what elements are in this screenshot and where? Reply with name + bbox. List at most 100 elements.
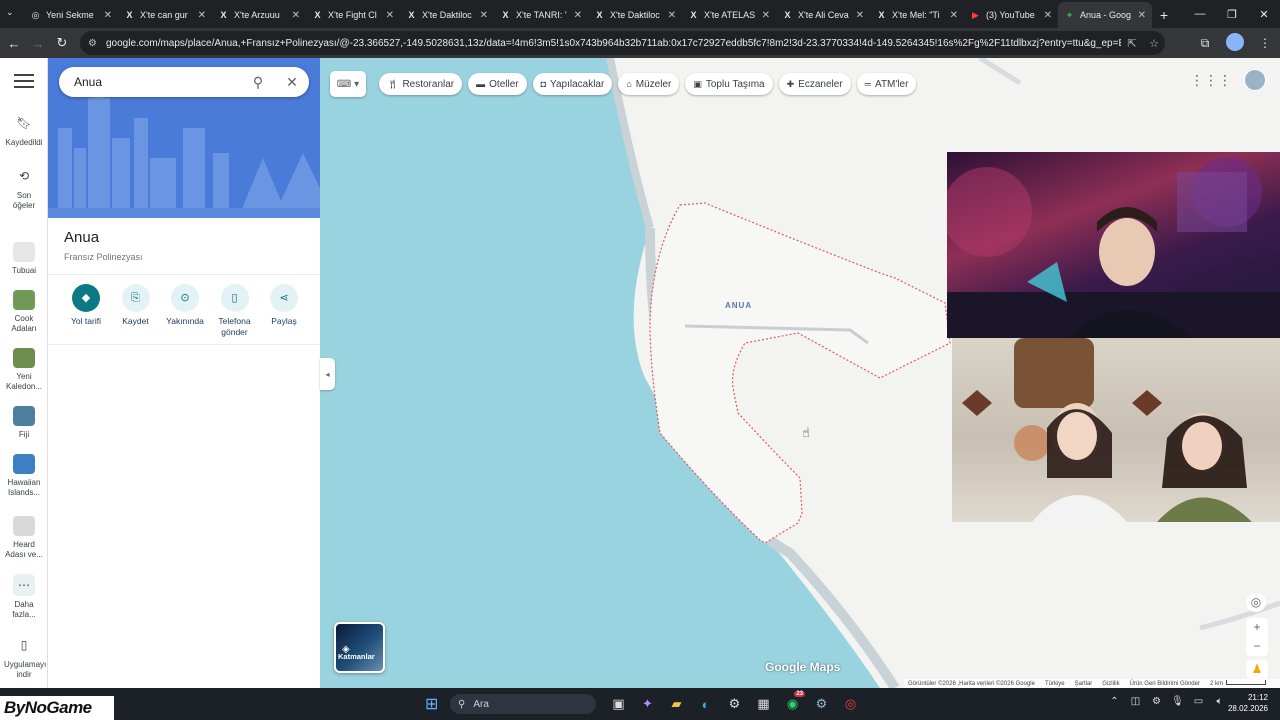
tab-close-icon[interactable]: ✕ xyxy=(480,10,488,21)
restore-icon[interactable]: ❐ xyxy=(1216,0,1248,28)
taskbar-search[interactable]: ⚲ Ara xyxy=(450,694,596,714)
category-chip[interactable]: ⌂ Müzeler xyxy=(618,73,680,95)
rail-recent-place[interactable]: Heard Adası ve... xyxy=(0,516,48,560)
browser-tab[interactable]: ◎ Yeni Sekme ✕ xyxy=(24,2,118,28)
copilot-icon[interactable]: ✦ xyxy=(633,694,662,714)
menu-icon[interactable] xyxy=(14,74,34,90)
browser-tab[interactable]: X X'te Ali Ceva ✕ xyxy=(776,2,870,28)
new-tab-button[interactable]: + xyxy=(1152,2,1176,28)
category-chip[interactable]: 🍴︎ Restoranlar xyxy=(379,73,463,95)
whatsapp-icon[interactable]: ◉ 23 xyxy=(778,691,807,714)
tab-close-icon[interactable]: ✕ xyxy=(1138,10,1146,21)
bookmark-star-icon[interactable]: ☆ xyxy=(1143,37,1165,50)
input-tools-icon[interactable]: ⌨ ▾ xyxy=(330,71,366,97)
install-icon[interactable]: ⇱ xyxy=(1121,37,1143,50)
phone-action-button[interactable]: ▯ Telefona gönder xyxy=(211,284,259,338)
rail-get-app[interactable]: ▯ Uygulamayı indir xyxy=(0,634,48,680)
category-chip[interactable]: ◘ Yapılacaklar xyxy=(532,73,613,95)
tab-close-icon[interactable]: ✕ xyxy=(574,10,582,21)
task-view-icon[interactable]: ▣ xyxy=(604,694,633,714)
browser-tab[interactable]: X X'te Mel: "Ti ✕ xyxy=(870,2,964,28)
browser-tab[interactable]: ▶ (3) YouTube ✕ xyxy=(964,2,1058,28)
rail-recent-place[interactable]: Hawaiian Islands... xyxy=(0,454,48,498)
forward-icon[interactable]: → xyxy=(26,31,50,55)
zoom-out-button[interactable]: − xyxy=(1246,637,1268,656)
site-info-icon[interactable]: ⚙ xyxy=(88,38,100,49)
rail-saved[interactable]: 🔖︎ Kaydedildi xyxy=(0,112,48,148)
tray-overflow-icon[interactable]: ⌃ xyxy=(1104,696,1125,707)
layers-button[interactable]: ◈ Katmanlar xyxy=(334,622,385,673)
collapse-panel-button[interactable]: ◂ xyxy=(320,358,335,390)
back-icon[interactable]: ← xyxy=(2,31,26,55)
account-avatar[interactable] xyxy=(1244,69,1266,91)
settings-app-icon[interactable]: ⚙ xyxy=(720,694,749,714)
steam-icon[interactable]: ⚙︎ xyxy=(807,694,836,714)
browser-tab[interactable]: X X'te Fight Cl ✕ xyxy=(306,2,400,28)
street-view-pegman-icon[interactable]: ♟ xyxy=(1246,660,1268,679)
windows-start-icon[interactable]: ⊞ xyxy=(425,694,438,714)
microphone-icon[interactable]: 🎙︎ xyxy=(1167,696,1188,707)
extensions-icon[interactable]: ⧉ xyxy=(1190,36,1220,51)
x-icon: X xyxy=(126,10,133,20)
apps-grid-icon[interactable]: ⋮⋮⋮ xyxy=(1190,72,1232,89)
tab-close-icon[interactable]: ✕ xyxy=(668,10,676,21)
tray-settings-icon[interactable]: ⚙ xyxy=(1146,696,1167,707)
taskbar-clock[interactable]: 21:12 28.02.2026 xyxy=(1228,692,1268,714)
tab-close-icon[interactable]: ✕ xyxy=(856,10,864,21)
close-window-icon[interactable]: ✕ xyxy=(1248,0,1280,28)
address-bar[interactable]: ⚙ google.com/maps/place/Anua,+Fransız+Po… xyxy=(80,31,1165,55)
search-box[interactable]: Anua ⚲ ✕ xyxy=(59,67,309,97)
feedback-link[interactable]: Ürün Geri Bildirimi Gönder xyxy=(1130,681,1200,687)
privacy-link[interactable]: Gizlilik xyxy=(1102,681,1119,687)
zoom-in-button[interactable]: + xyxy=(1246,618,1268,637)
directions-action-button[interactable]: ◆ Yol tarifi xyxy=(62,284,110,338)
file-explorer-icon[interactable]: ▰ xyxy=(662,694,691,714)
tab-close-icon[interactable]: ✕ xyxy=(386,10,394,21)
profile-avatar[interactable] xyxy=(1220,32,1250,54)
browser-tab[interactable]: X X'te TANRI: ' ✕ xyxy=(494,2,588,28)
browser-tab[interactable]: X X'te Daktiloc ✕ xyxy=(588,2,682,28)
rail-recent-place[interactable]: Yeni Kaledon... xyxy=(0,348,48,392)
my-location-icon[interactable]: ◎ xyxy=(1246,593,1266,612)
display-icon[interactable]: ▭ xyxy=(1188,696,1209,707)
tab-close-icon[interactable]: ✕ xyxy=(292,10,300,21)
rail-recent-place[interactable]: Tubuai xyxy=(0,242,48,276)
browser-tab[interactable]: ⌖ Anua - Goog ✕ xyxy=(1058,2,1152,28)
region-link[interactable]: Türkiye xyxy=(1045,681,1065,687)
tab-close-icon[interactable]: ✕ xyxy=(104,10,112,21)
store-icon[interactable]: ▦ xyxy=(749,694,778,714)
chrome-taskbar-icon[interactable]: ◎ xyxy=(836,694,865,714)
share-action-button[interactable]: ⋖ Paylaş xyxy=(260,284,308,338)
rail-more[interactable]: ⋯ Daha fazla... xyxy=(0,574,48,620)
category-chip[interactable]: ▣ Toplu Taşıma xyxy=(685,73,773,95)
rail-recent-place[interactable]: Cook Adaları xyxy=(0,290,48,334)
browser-tab[interactable]: X X'te can gur ✕ xyxy=(118,2,212,28)
browser-menu-icon[interactable]: ⋮ xyxy=(1250,36,1280,50)
edge-icon[interactable]: ◐ xyxy=(691,694,720,714)
nearby-action-button[interactable]: ⊙ Yakınında xyxy=(161,284,209,338)
category-chip[interactable]: ▬ Oteller xyxy=(468,73,527,95)
category-chip[interactable]: ✚ Eczaneler xyxy=(778,73,851,95)
reload-icon[interactable]: ↻ xyxy=(50,31,74,55)
tab-close-icon[interactable]: ✕ xyxy=(762,10,770,21)
browser-tab[interactable]: X X'te Daktiloc ✕ xyxy=(400,2,494,28)
rail-recent[interactable]: ⟲ Son öğeler xyxy=(0,165,48,211)
tab-close-icon[interactable]: ✕ xyxy=(950,10,958,21)
tab-search-icon[interactable]: ⌄ xyxy=(6,7,14,18)
terms-link[interactable]: Şartlar xyxy=(1075,681,1093,687)
browser-tab[interactable]: X X'te Arzuuu ✕ xyxy=(212,2,306,28)
close-search-icon[interactable]: ✕ xyxy=(275,74,309,91)
bookmark-action-button[interactable]: ⎘ Kaydet xyxy=(112,284,160,338)
search-icon[interactable]: ⚲ xyxy=(241,74,275,91)
browser-tab[interactable]: X X'te ATELAS ✕ xyxy=(682,2,776,28)
volume-icon[interactable]: 🔈︎ xyxy=(1209,696,1230,707)
tray-app-icon[interactable]: ◫ xyxy=(1125,696,1146,707)
minimize-icon[interactable]: — xyxy=(1184,0,1216,28)
tab-close-icon[interactable]: ✕ xyxy=(1044,10,1052,21)
tab-close-icon[interactable]: ✕ xyxy=(198,10,206,21)
rail-recent-place[interactable]: Fiji xyxy=(0,406,48,440)
category-chip[interactable]: ═ ATM'ler xyxy=(856,73,917,95)
search-input[interactable]: Anua xyxy=(74,75,241,89)
chip-label: Restoranlar xyxy=(402,78,455,90)
scale[interactable]: 2 km xyxy=(1210,680,1266,687)
